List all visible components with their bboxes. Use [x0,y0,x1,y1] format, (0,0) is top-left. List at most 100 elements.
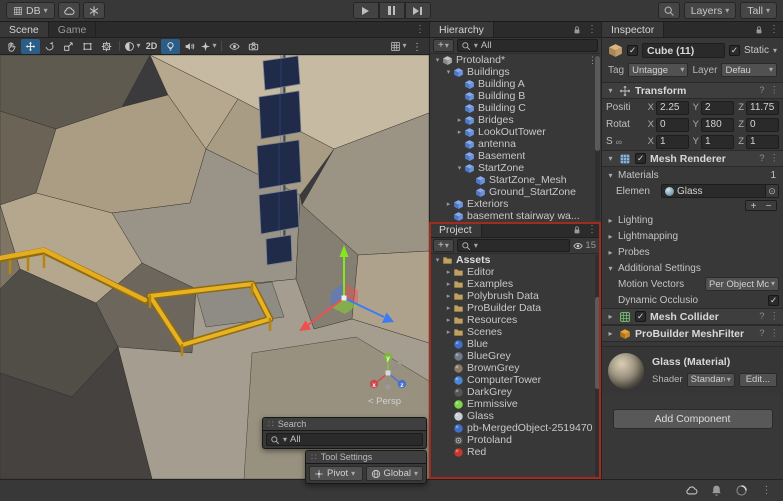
services-button[interactable] [83,2,105,19]
lighting-toggle-icon[interactable] [161,39,180,54]
hierarchy-item-basement[interactable]: Basement [430,150,601,162]
audio-toggle-icon[interactable] [180,39,199,54]
remove-material-button[interactable]: − [761,201,776,212]
mesh-renderer-enabled-checkbox[interactable] [635,153,646,164]
component-menu-icon[interactable]: ⋮ [770,328,780,339]
foldout-arrow[interactable]: ▾ [433,56,442,64]
add-material-button[interactable]: + [746,201,761,212]
help-icon[interactable]: ? [759,153,764,164]
camera-settings-icon[interactable] [244,39,263,54]
hierarchy-item-basement-stairway-wa[interactable]: basement stairway wa... [430,210,601,222]
tab-inspector[interactable]: Inspector [602,22,664,37]
step-button[interactable] [405,2,431,19]
project-item-polybrush-data[interactable]: ▸Polybrush Data [430,290,601,302]
tab-scene[interactable]: Scene [0,22,49,37]
scale-x-field[interactable]: 1 [656,135,689,149]
orientation-dropdown[interactable]: Global▾ [366,466,423,481]
pause-button[interactable] [379,2,405,19]
position-z-field[interactable]: 11.75 [746,101,779,115]
foldout-arrow[interactable]: ▸ [444,328,453,336]
hierarchy-item-startzone-mesh[interactable]: StartZone_Mesh [430,174,601,186]
hidden-items-count[interactable]: 15 [573,240,598,251]
project-item-darkgrey[interactable]: DarkGrey [430,386,601,398]
project-item-red[interactable]: Red [430,446,601,458]
hierarchy-item-ground-startzone[interactable]: Ground_StartZone [430,186,601,198]
static-checkbox[interactable] [729,45,740,56]
pivot-mode-dropdown[interactable]: Pivot▾ [309,466,363,481]
foldout-arrow[interactable]: ▾ [444,68,453,76]
gameobject-name-field[interactable]: Cube (11) [642,43,725,58]
rotation-y-field[interactable]: 180 [701,118,734,132]
probes-foldout[interactable]: ▸Probes [602,244,783,260]
component-menu-icon[interactable]: ⋮ [770,85,780,96]
scene-visibility-icon[interactable] [225,39,244,54]
constrain-proportions-icon[interactable]: ∞ [616,137,622,147]
cloud-button[interactable] [58,2,80,19]
layers-dropdown[interactable]: Layers▾ [684,2,737,19]
foldout-arrow[interactable]: ▸ [455,116,464,124]
notifications-icon[interactable] [710,484,723,497]
project-item-assets[interactable]: ▾Assets [430,254,601,266]
hierarchy-item-building-b[interactable]: Building B [430,90,601,102]
materials-foldout-row[interactable]: ▾ Materials 1 [602,167,783,183]
status-menu-icon[interactable]: ⋮ [760,484,773,497]
mesh-collider-header[interactable]: ▸ Mesh Collider ?⋮ [602,308,783,325]
scale-y-field[interactable]: 1 [701,135,734,149]
mesh-collider-enabled-checkbox[interactable] [635,311,646,322]
hierarchy-item-exteriors[interactable]: ▸Exteriors [430,198,601,210]
project-scrollbar[interactable] [595,255,600,477]
motion-vectors-dropdown[interactable]: Per Object Mc▾ [705,277,779,291]
foldout-arrow[interactable]: ▾ [606,86,615,95]
hierarchy-search-field[interactable]: ▾ All [457,39,598,52]
project-item-probuilder-data[interactable]: ▸ProBuilder Data [430,302,601,314]
mesh-renderer-header[interactable]: ▾ Mesh Renderer ?⋮ [602,150,783,167]
foldout-arrow[interactable]: ▸ [444,280,453,288]
static-flags-caret[interactable]: ▾ [773,47,777,55]
scale-z-field[interactable]: 1 [746,135,779,149]
hierarchy-scrollbar[interactable] [595,55,600,221]
2d-toggle-icon[interactable]: 2D [142,39,161,54]
lock-icon[interactable] [572,25,582,35]
scene-viewport[interactable]: y x z < Persp [0,55,429,479]
foldout-arrow[interactable]: ▸ [444,316,453,324]
perspective-label[interactable]: < Persp [368,396,401,407]
layout-dropdown[interactable]: Tall▾ [740,2,777,19]
foldout-arrow[interactable]: ▸ [444,200,453,208]
effects-toggle-icon[interactable]: ▾ [199,39,218,54]
foldout-arrow[interactable]: ▸ [444,292,453,300]
hierarchy-item-startzone[interactable]: ▾StartZone [430,162,601,174]
project-item-glass[interactable]: Glass [430,410,601,422]
lightmapping-foldout[interactable]: ▸Lightmapping [602,228,783,244]
active-checkbox[interactable] [627,45,638,56]
gizmos-toggle-icon[interactable]: ▾ [389,39,408,54]
drag-handle-icon[interactable]: ∷ [268,419,274,430]
project-search-field[interactable]: ▾ [457,239,571,252]
foldout-arrow[interactable]: ▾ [433,256,442,264]
transform-tool-icon[interactable] [97,39,116,54]
version-control-dropdown[interactable]: DB▾ [6,2,55,19]
hierarchy-item-bridges[interactable]: ▸Bridges [430,114,601,126]
position-x-field[interactable]: 2.25 [656,101,689,115]
hierarchy-item-lookouttower[interactable]: ▸LookOutTower [430,126,601,138]
cloud-status-icon[interactable] [685,484,698,497]
project-item-resources[interactable]: ▸Resources [430,314,601,326]
panel-menu-icon[interactable]: ⋮ [587,224,597,235]
project-item-browngrey[interactable]: BrownGrey [430,362,601,374]
hierarchy-item-antenna[interactable]: antenna [430,138,601,150]
probuilder-meshfilter-header[interactable]: ▸ ProBuilder MeshFilter ?⋮ [602,325,783,342]
foldout-arrow[interactable]: ▸ [455,128,464,136]
background-tasks-icon[interactable] [735,484,748,497]
project-item-bluegrey[interactable]: BlueGrey [430,350,601,362]
edit-shader-button[interactable]: Edit... [739,373,777,387]
lighting-foldout[interactable]: ▸Lighting [602,212,783,228]
material-object-field[interactable]: Glass ⊙ [661,184,779,198]
project-item-emmissive[interactable]: Emmissive [430,398,601,410]
foldout-arrow[interactable]: ▾ [606,154,615,163]
help-icon[interactable]: ? [759,85,764,96]
tab-hierarchy[interactable]: Hierarchy [430,22,494,37]
layer-dropdown[interactable]: Defau▾ [721,63,777,77]
foldout-arrow[interactable]: ▸ [606,329,615,338]
object-picker-icon[interactable]: ⊙ [765,185,778,197]
foldout-arrow[interactable]: ▾ [455,164,464,172]
view-tool-icon[interactable] [2,39,21,54]
